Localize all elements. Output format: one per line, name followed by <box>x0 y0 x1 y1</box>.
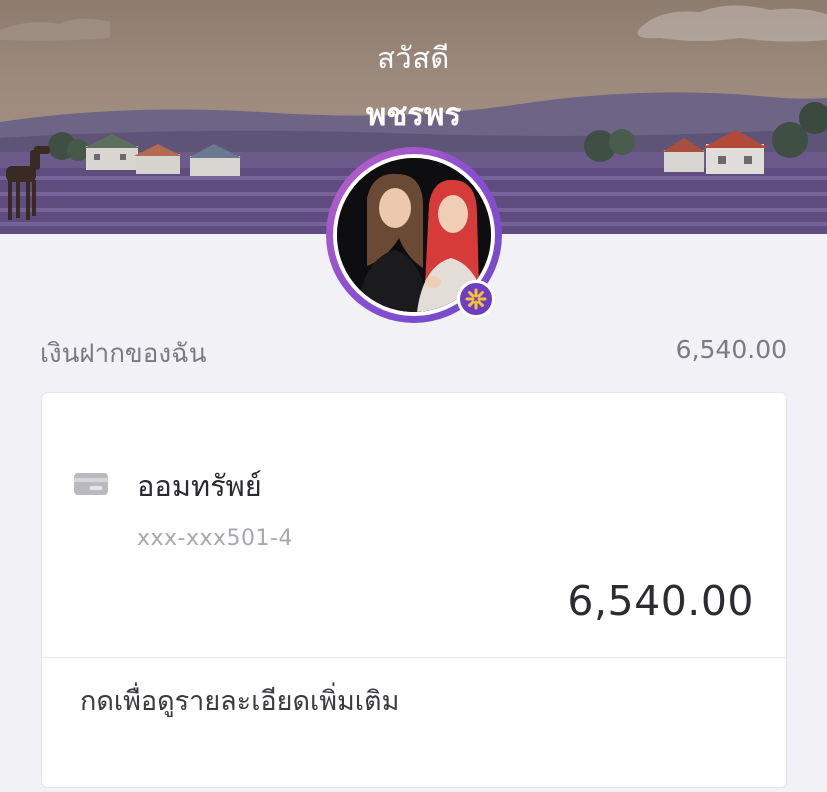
card-icon <box>74 473 108 499</box>
divider <box>42 657 786 658</box>
account-card[interactable]: ออมทรัพย์ xxx-xxx501-4 6,540.00 กดเพื่อด… <box>41 392 787 788</box>
view-details-link[interactable]: กดเพื่อดูรายละเอียดเพิ่มเติม <box>80 679 399 722</box>
account-type-name: ออมทรัพย์ <box>137 469 262 503</box>
sparkle-badge-icon <box>457 280 495 318</box>
greeting-text: สวัสดี <box>377 41 450 75</box>
deposits-total: 6,540.00 <box>675 335 787 364</box>
user-name: พชรพร <box>365 97 462 133</box>
account-number: xxx-xxx501-4 <box>137 526 293 551</box>
account-balance: 6,540.00 <box>567 577 754 625</box>
my-deposits-label: เงินฝากของฉัน <box>40 339 207 369</box>
